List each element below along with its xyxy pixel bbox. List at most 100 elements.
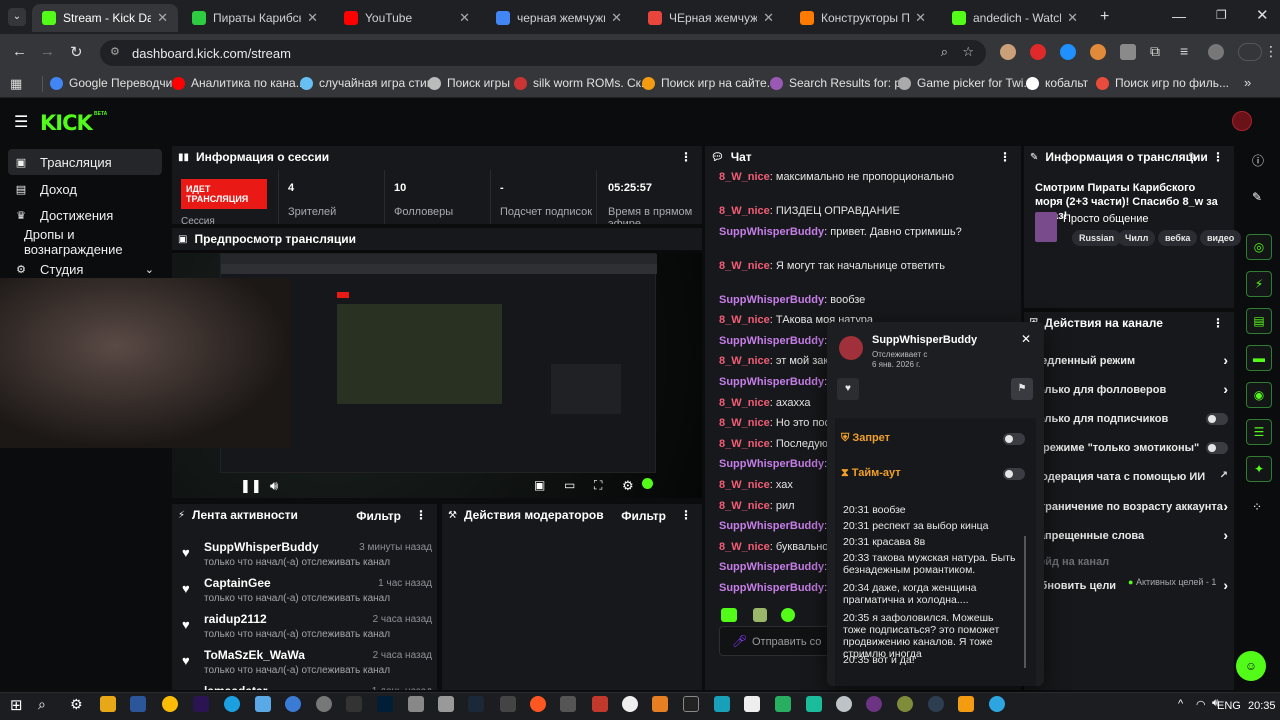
app-icon[interactable] <box>408 696 424 712</box>
tab-close-icon[interactable]: ✕ <box>1061 10 1078 26</box>
bookmarks-overflow-icon[interactable]: » <box>1244 75 1251 90</box>
channel-action-item[interactable]: Ограничение по возрасту аккаунта › <box>1032 498 1228 518</box>
clock[interactable]: 20:35 <box>1248 700 1276 712</box>
theater-icon[interactable]: ▭ <box>564 478 575 492</box>
more-options-icon[interactable]: ⋮ <box>680 150 692 164</box>
chat-username[interactable]: 8_W_nice <box>719 355 770 367</box>
chat-username[interactable]: 8_W_nice <box>719 171 770 183</box>
help-chat-icon[interactable]: ☺ <box>1236 651 1266 681</box>
hamburger-menu-icon[interactable]: ☰ <box>14 112 28 132</box>
chat-username[interactable]: SuppWhisperBuddy <box>719 294 824 306</box>
channel-action-item[interactable]: Запрещенные слова › <box>1032 527 1228 547</box>
more-options-icon[interactable]: ⋮ <box>999 150 1011 164</box>
new-tab-button[interactable]: + <box>1100 8 1109 26</box>
heart-icon[interactable]: ♥ <box>837 378 859 400</box>
stream-tag[interactable]: вебка <box>1158 230 1198 246</box>
app-icon[interactable] <box>622 696 638 712</box>
channel-action-item[interactable]: Медленный режим › <box>1032 352 1228 372</box>
filter-button[interactable]: Фильтр <box>356 509 401 523</box>
wifi-icon[interactable]: ◠ <box>1196 698 1206 711</box>
ban-toggle[interactable] <box>1003 433 1025 445</box>
clipboard-icon[interactable]: ▤ <box>1246 308 1272 334</box>
profile-avatar[interactable] <box>1208 44 1224 60</box>
app-icon[interactable] <box>928 696 944 712</box>
filter-button[interactable]: Фильтр <box>621 509 666 523</box>
broadcast-icon[interactable]: ◉ <box>1246 382 1272 408</box>
browser-tab[interactable]: черная жемчужина✕ <box>486 4 632 32</box>
app-icon[interactable] <box>530 696 546 712</box>
app-icon[interactable] <box>316 696 332 712</box>
timeout-toggle[interactable] <box>1003 468 1025 480</box>
bookmark-item[interactable]: Поиск игр на сайте... <box>642 76 777 90</box>
zoom-icon[interactable]: ⌕ <box>941 44 948 60</box>
wrench-icon[interactable]: ✦ <box>1246 456 1272 482</box>
edit-icon[interactable]: ✎ <box>1252 190 1262 204</box>
app-icon[interactable] <box>438 696 454 712</box>
app-icon[interactable] <box>500 696 516 712</box>
kick-logo[interactable]: KICK <box>40 111 93 135</box>
tab-close-icon[interactable]: ✕ <box>757 10 774 26</box>
channel-action-item[interactable]: Только для подписчиков <box>1032 410 1228 430</box>
browser-tab[interactable]: ЧЕрная жемчужина✕ <box>638 4 784 32</box>
chevron-right-icon[interactable]: › <box>1223 498 1228 514</box>
edge-icon[interactable] <box>224 696 240 712</box>
chrome-icon[interactable] <box>162 696 178 712</box>
extension-icon[interactable] <box>1000 44 1016 60</box>
bolt-icon[interactable]: ⚡ <box>1246 271 1272 297</box>
bookmark-item[interactable]: кобальт <box>1026 76 1088 90</box>
browser-tab[interactable]: andedich - Watch cl✕ <box>942 4 1088 32</box>
stream-tag[interactable]: видео <box>1200 230 1242 246</box>
pause-icon[interactable]: ❚❚ <box>240 478 262 494</box>
app-icon[interactable] <box>560 696 576 712</box>
word-icon[interactable] <box>130 696 146 712</box>
site-info-icon[interactable]: ⚙ <box>110 45 120 58</box>
bookmark-item[interactable]: Google Переводчик <box>50 76 178 90</box>
fullscreen-icon[interactable]: ⛶ <box>594 478 602 493</box>
close-icon[interactable]: ✕ <box>1021 332 1031 346</box>
sidebar-item[interactable]: ▤ Доход <box>8 176 162 202</box>
app-icon[interactable] <box>714 696 730 712</box>
app-icon[interactable] <box>285 696 301 712</box>
search-icon[interactable]: ⌕ <box>38 696 46 713</box>
sidebar-item[interactable]: Дропы и вознаграждение <box>8 227 162 257</box>
app-icon[interactable] <box>592 696 608 712</box>
chat-username[interactable]: SuppWhisperBuddy <box>719 376 824 388</box>
chat-username[interactable]: SuppWhisperBuddy <box>719 520 824 532</box>
forward-icon[interactable]: → <box>40 43 55 60</box>
chat-bubble-icon[interactable]: ▬ <box>1246 345 1272 371</box>
stream-tag[interactable]: Чилл <box>1118 230 1156 246</box>
browser-tab[interactable]: Stream - Kick Da ✕ <box>32 4 178 32</box>
apps-grid-icon[interactable]: ▦ <box>10 76 22 92</box>
bookmark-item[interactable]: Search Results for: p... <box>770 76 911 90</box>
bookmark-item[interactable]: Поиск игр по филь... <box>1096 76 1229 90</box>
app-icon[interactable] <box>255 696 271 712</box>
app-icon[interactable] <box>652 696 668 712</box>
extension-icon[interactable] <box>1060 44 1076 60</box>
toggle-switch[interactable] <box>1206 413 1228 425</box>
app-icon[interactable] <box>683 696 699 712</box>
browser-tab[interactable]: YouTube ✕ <box>334 4 480 32</box>
sidebar-item[interactable]: ♛ Достижения <box>8 202 162 228</box>
url-bar[interactable]: ⚙ dashboard.kick.com/stream ⌕ ☆ <box>100 40 986 66</box>
more-options-icon[interactable]: ⋮ <box>680 508 692 522</box>
layout-icon[interactable]: ☰ <box>1246 419 1272 445</box>
app-icon[interactable] <box>806 696 822 712</box>
back-icon[interactable]: ← <box>12 43 27 60</box>
info-icon[interactable]: ⓘ <box>1252 152 1264 169</box>
external-link-icon[interactable]: ↗ <box>1220 470 1228 481</box>
chat-username[interactable]: SuppWhisperBuddy <box>719 582 824 594</box>
app-icon[interactable] <box>958 696 974 712</box>
bookmark-item[interactable]: silk worm ROMs. Ск... <box>514 76 651 90</box>
close-window-icon[interactable]: ✕ <box>1256 6 1269 24</box>
minimize-icon[interactable]: — <box>1172 8 1186 24</box>
tab-search-icon[interactable]: ⌄ <box>8 8 26 26</box>
more-options-icon[interactable]: ⋮ <box>415 508 427 522</box>
tab-close-icon[interactable]: ✕ <box>909 10 926 26</box>
chevron-right-icon[interactable]: › <box>1223 577 1228 593</box>
browser-tab[interactable]: Пираты Карибского✕ <box>182 4 328 32</box>
user-card-name[interactable]: SuppWhisperBuddy <box>872 334 977 346</box>
sidebar-item[interactable]: ▣ Трансляция <box>8 149 162 175</box>
app-icon[interactable] <box>897 696 913 712</box>
chat-username[interactable]: SuppWhisperBuddy <box>719 561 824 573</box>
menu-icon[interactable]: ⋮ <box>1264 43 1278 60</box>
